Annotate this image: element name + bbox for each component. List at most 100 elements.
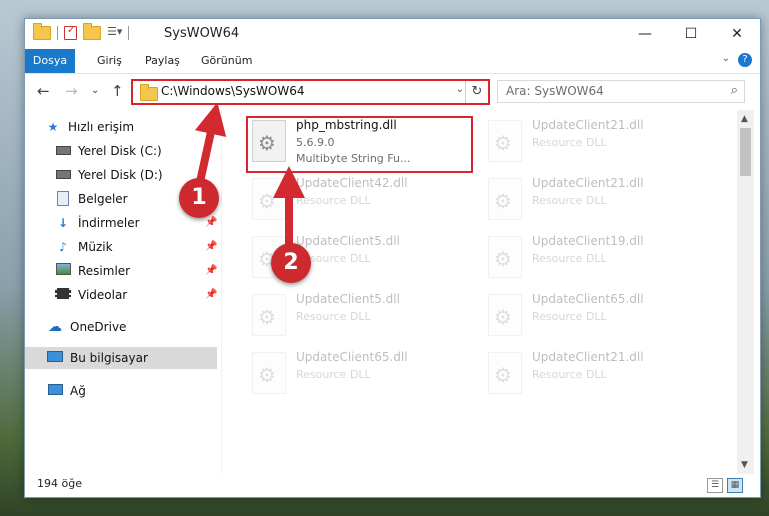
list-item[interactable]: UpdateClient21.dll Resource DLL [484,116,704,168]
file-type: Resource DLL [296,310,371,323]
chevron-down-icon[interactable]: ⌄ [456,84,464,95]
sidebar-item-network[interactable]: Ağ [47,380,86,402]
list-item[interactable]: UpdateClient21.dll Resource DLL [484,348,704,400]
download-icon: ↓ [57,216,69,230]
file-type: Resource DLL [532,310,607,323]
dll-file-icon [488,294,522,336]
sidebar-item-downloads[interactable]: ↓ İndirmeler [55,212,140,234]
scroll-up-icon[interactable]: ▲ [741,114,748,124]
minimize-button[interactable]: — [622,19,668,49]
list-item[interactable]: UpdateClient19.dll Resource DLL [484,232,704,284]
computer-icon [47,350,63,366]
sidebar-item-this-pc[interactable]: Bu bilgisayar [25,347,217,369]
file-name: UpdateClient19.dll [532,234,644,248]
dll-file-icon [488,178,522,220]
sidebar-item-label: Yerel Disk (D:) [78,168,163,182]
file-type: Resource DLL [532,368,607,381]
drive-icon [55,143,71,159]
window-title: SysWOW64 [164,26,240,41]
folder-icon [140,84,158,101]
dll-file-icon [488,352,522,394]
help-icon[interactable]: ? [738,53,752,67]
expand-ribbon-icon[interactable]: ⌄ [722,53,730,64]
tab-view[interactable]: Görünüm [191,49,262,73]
pin-icon[interactable]: 📌 [205,265,217,276]
network-icon [47,383,63,399]
sidebar-item-documents[interactable]: Belgeler [55,188,128,210]
tiles-view-icon[interactable]: ▦ [727,478,743,493]
address-path[interactable]: C:\Windows\SysWOW64 [161,84,305,98]
tab-file[interactable]: Dosya [25,49,75,73]
customize-qat-icon[interactable]: ☰▾ [107,25,122,41]
refresh-button[interactable]: ↻ [465,81,488,103]
navigation-bar: ← → ⌄ ↑ C:\Windows\SysWOW64 ⌄ ↻ Ara: Sys… [25,74,760,108]
file-name: UpdateClient21.dll [532,118,644,132]
pin-icon[interactable]: 📌 [205,217,217,228]
sidebar-item-local-disk-c[interactable]: Yerel Disk (C:) [55,140,162,162]
list-item[interactable]: UpdateClient65.dll Resource DLL [484,290,704,342]
title-bar: ✓ ☰▾ SysWOW64 — ☐ ✕ [25,19,760,49]
sidebar-item-label: Yerel Disk (C:) [78,144,162,158]
sidebar-item-label: Ağ [70,384,86,398]
scrollbar-thumb[interactable] [740,128,751,176]
vertical-scrollbar[interactable]: ▲ ▼ [737,110,754,474]
new-folder-icon[interactable] [83,23,101,40]
sidebar-item-music[interactable]: ♪ Müzik [55,236,113,258]
dll-file-icon [252,178,286,220]
sidebar-item-pictures[interactable]: Resimler [55,260,130,282]
file-name: UpdateClient65.dll [532,292,644,306]
file-type: Resource DLL [532,252,607,265]
step-2-badge: 2 [271,243,311,283]
sidebar-item-label: Hızlı erişim [68,120,135,134]
videos-icon [55,287,71,303]
sidebar-item-local-disk-d[interactable]: Yerel Disk (D:) [55,164,163,186]
file-name: UpdateClient21.dll [532,176,644,190]
close-button[interactable]: ✕ [714,19,760,49]
file-name: UpdateClient65.dll [296,350,408,364]
dll-file-icon [488,120,522,162]
pin-icon[interactable]: 📌 [205,289,217,300]
tab-home[interactable]: Giriş [87,49,132,73]
documents-icon [55,191,71,207]
search-input[interactable]: Ara: SysWOW64 ⌕ [497,80,745,103]
pin-icon[interactable]: 📌 [205,241,217,252]
back-button[interactable]: ← [37,82,50,100]
list-item[interactable]: UpdateClient21.dll Resource DLL [484,174,704,226]
scroll-down-icon[interactable]: ▼ [741,460,748,470]
list-item[interactable]: UpdateClient5.dll Resource DLL [248,290,468,342]
list-item[interactable]: UpdateClient42.dll Resource DLL [248,174,468,226]
address-bar[interactable]: C:\Windows\SysWOW64 ⌄ ↻ [131,79,490,105]
sidebar-item-label: Resimler [78,264,131,278]
file-type: Resource DLL [532,194,607,207]
navigation-pane: ★ Hızlı erişim Yerel Disk (C:) Yerel Dis… [25,110,221,474]
sidebar-item-onedrive[interactable]: ☁ OneDrive [47,316,126,338]
dll-file-icon [252,352,286,394]
forward-button[interactable]: → [65,82,78,100]
folder-icon [33,23,51,40]
explorer-window: ✓ ☰▾ SysWOW64 — ☐ ✕ Dosya Giriş Paylaş G… [24,18,761,498]
highlight-box [246,116,473,173]
list-item[interactable]: UpdateClient65.dll Resource DLL [248,348,468,400]
up-button[interactable]: ↑ [111,82,124,100]
ribbon-tabs: Dosya Giriş Paylaş Görünüm ⌄ ? [25,49,760,74]
tab-share[interactable]: Paylaş [135,49,190,73]
search-icon[interactable]: ⌕ [731,83,738,98]
step-1-badge: 1 [179,178,219,218]
sidebar-item-quick-access[interactable]: ★ Hızlı erişim [45,116,134,138]
quick-access-toolbar: ✓ ☰▾ [33,23,130,41]
drive-icon [55,167,71,183]
sidebar-item-label: Müzik [78,240,113,254]
properties-icon[interactable]: ✓ [64,25,77,40]
file-type: Resource DLL [296,194,371,207]
sidebar-item-label: İndirmeler [78,216,140,230]
sidebar-item-label: Bu bilgisayar [70,351,148,365]
details-view-icon[interactable]: ☰ [707,478,723,493]
music-icon: ♪ [59,240,67,254]
status-bar: 194 öğe ☰ ▦ [25,474,760,497]
file-name: UpdateClient5.dll [296,292,400,306]
sidebar-item-videos[interactable]: Videolar [55,284,127,306]
file-name: UpdateClient42.dll [296,176,408,190]
recent-locations-icon[interactable]: ⌄ [91,85,99,96]
maximize-button[interactable]: ☐ [668,19,714,49]
file-list: php_mbstring.dll 5.6.9.0 Multibyte Strin… [222,110,737,474]
